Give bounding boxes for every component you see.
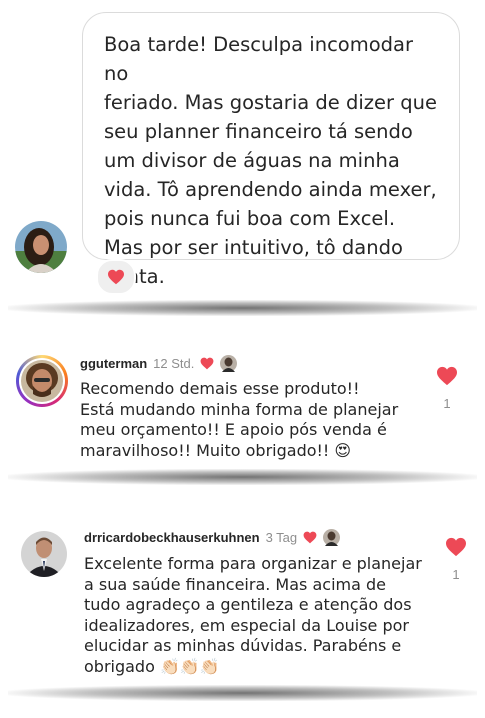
avatar-story-ring[interactable] <box>16 355 68 407</box>
card-divider <box>8 469 477 485</box>
comment-text: Recomendo demais esse produto!! Está mud… <box>80 379 398 461</box>
comment-card: gguterman 12 Std. Recomendo demais esse … <box>0 326 485 469</box>
message-bubble[interactable]: Boa tarde! Desculpa incomodar no feriado… <box>82 12 460 288</box>
comment-line: tudo agradeço a gentileza e atenção dos <box>84 595 412 614</box>
timestamp: 12 Std. <box>153 356 195 371</box>
heart-icon <box>108 269 124 285</box>
message-line: vida. Tô aprendendo ainda mexer, <box>104 178 437 201</box>
comment-line: maravilhoso!! Muito obrigado!! 😍 <box>80 440 352 460</box>
comment-line: Recomendo demais esse produto!! <box>80 379 360 398</box>
message-line: seu planner financeiro tá sendo <box>104 120 413 143</box>
card-divider <box>8 685 477 701</box>
message-line: um divisor de águas na minha <box>104 149 400 172</box>
comment-line: obrigado 👏🏻👏🏻👏🏻 <box>84 656 220 676</box>
comment-text: Excelente forma para organizar e planeja… <box>84 554 422 677</box>
heart-icon <box>200 357 214 370</box>
comment-line: elucidar as minhas dúvidas. Parabéns e <box>84 636 402 655</box>
sender-avatar[interactable] <box>15 221 67 273</box>
timestamp: 3 Tag <box>265 530 298 545</box>
message-line: feriado. Mas gostaria de dizer que <box>104 91 437 114</box>
username[interactable]: gguterman <box>80 356 147 371</box>
like-count: 1 <box>452 567 460 582</box>
comment-line: Está mudando minha forma de planejar <box>80 399 399 419</box>
dm-card: Boa tarde! Desculpa incomodar no feriado… <box>0 0 485 300</box>
creator-avatar-icon <box>323 529 341 546</box>
card-divider <box>8 300 477 316</box>
comment-header: gguterman 12 Std. <box>80 355 238 372</box>
creator-avatar-icon <box>220 355 238 372</box>
reaction-badge[interactable] <box>96 259 136 295</box>
avatar <box>21 360 63 402</box>
comment-card: drricardobeckhauserkuhnen 3 Tag Excelent… <box>0 494 485 685</box>
username[interactable]: drricardobeckhauserkuhnen <box>84 530 260 545</box>
like-control: 1 <box>435 366 459 411</box>
like-control: 1 <box>444 537 468 582</box>
message-line: Boa tarde! Desculpa incomodar no <box>104 33 414 85</box>
comment-line: a sua saúde financeira. Mas acima de <box>84 574 386 594</box>
message-line: conta. <box>104 262 439 291</box>
message-line: pois nunca fui boa com Excel. <box>104 207 396 230</box>
comment-line: meu orçamento!! E apoio pós venda é <box>80 420 387 439</box>
comment-line: idealizadores, em especial da Louise por <box>84 615 409 635</box>
like-heart-icon[interactable] <box>436 366 458 386</box>
like-count: 1 <box>443 396 451 411</box>
avatar[interactable] <box>21 531 67 577</box>
message-line: Mas por ser intuitivo, tô dando <box>104 236 403 259</box>
comment-header: drricardobeckhauserkuhnen 3 Tag <box>84 529 341 546</box>
heart-icon <box>303 531 317 544</box>
like-heart-icon[interactable] <box>445 537 467 557</box>
comment-line: Excelente forma para organizar e planeja… <box>84 554 422 573</box>
